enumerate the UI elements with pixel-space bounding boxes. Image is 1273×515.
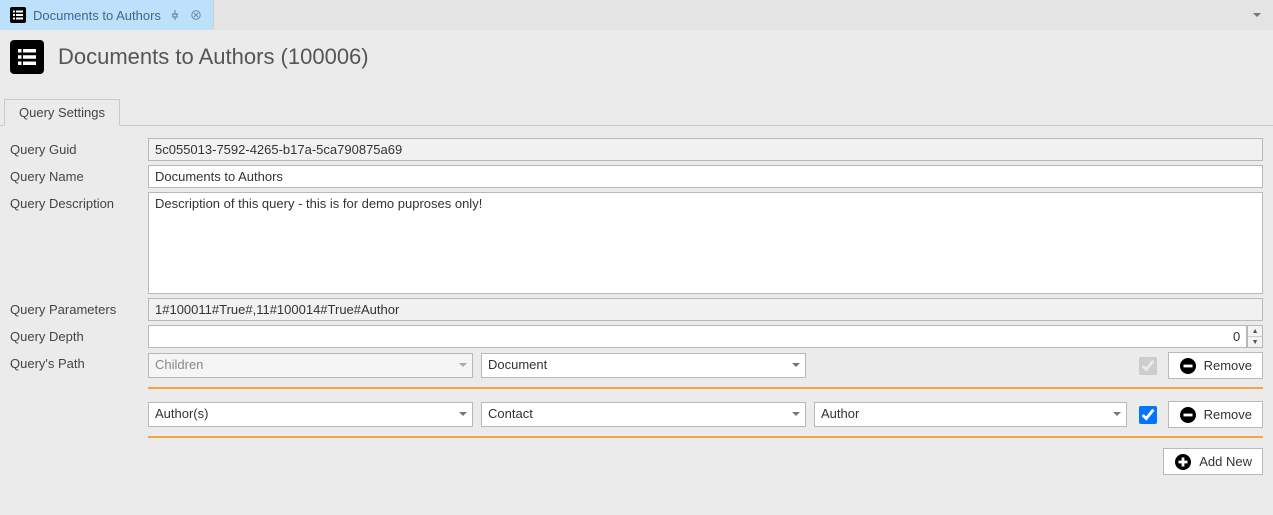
list-icon — [10, 7, 26, 23]
add-new-path-button[interactable]: Add New — [1163, 448, 1263, 475]
plus-circle-icon — [1174, 453, 1192, 471]
form-query-settings: Query Guid Query Name Query Description … — [0, 126, 1273, 489]
tabbar-menu-button[interactable] — [1247, 0, 1267, 30]
path-relation-combo[interactable]: Author(s) — [148, 402, 473, 427]
list-icon — [10, 40, 44, 74]
chevron-down-icon — [1108, 403, 1126, 426]
label-query-description: Query Description — [10, 192, 148, 211]
chevron-down-icon — [787, 403, 805, 426]
label-query-name: Query Name — [10, 165, 148, 184]
minus-circle-icon — [1179, 357, 1197, 375]
tab-query-settings[interactable]: Query Settings — [4, 99, 120, 126]
page-header: Documents to Authors (100006) — [0, 30, 1273, 76]
remove-path-button[interactable]: Remove — [1168, 352, 1263, 379]
path-rows-container: Children Document Remove — [148, 352, 1263, 475]
label-query-guid: Query Guid — [10, 138, 148, 157]
minus-circle-icon — [1179, 406, 1197, 424]
input-query-parameters[interactable] — [148, 298, 1263, 321]
path-row: Author(s) Contact Author Remove — [148, 401, 1263, 438]
window-tabbar: Documents to Authors — [0, 0, 1273, 30]
input-query-description[interactable] — [148, 192, 1263, 294]
input-query-name[interactable] — [148, 165, 1263, 188]
depth-spinner: ▲ ▼ — [1247, 325, 1263, 348]
close-icon[interactable] — [189, 8, 203, 22]
spin-up-button[interactable]: ▲ — [1248, 326, 1262, 336]
remove-path-button[interactable]: Remove — [1168, 401, 1263, 428]
path-relation-combo[interactable]: Children — [148, 353, 473, 378]
path-type-combo[interactable]: Contact — [481, 402, 806, 427]
tab-title: Documents to Authors — [33, 8, 161, 23]
tab-documents-to-authors[interactable]: Documents to Authors — [0, 0, 214, 30]
path-enabled-checkbox[interactable] — [1139, 406, 1157, 424]
chevron-down-icon — [454, 354, 472, 377]
path-row: Children Document Remove — [148, 352, 1263, 389]
path-role-combo[interactable]: Author — [814, 402, 1127, 427]
pin-icon[interactable] — [168, 8, 182, 22]
label-query-parameters: Query Parameters — [10, 298, 148, 317]
label-query-depth: Query Depth — [10, 325, 148, 344]
label-querys-path: Query's Path — [10, 352, 148, 371]
path-type-combo[interactable]: Document — [481, 353, 806, 378]
inner-tabstrip: Query Settings — [0, 96, 1273, 126]
page-title: Documents to Authors (100006) — [58, 44, 369, 70]
path-enabled-checkbox — [1139, 357, 1157, 375]
input-query-guid[interactable] — [148, 138, 1263, 161]
chevron-down-icon — [454, 403, 472, 426]
spin-down-button[interactable]: ▼ — [1248, 336, 1262, 347]
input-query-depth[interactable] — [148, 325, 1247, 348]
chevron-down-icon — [787, 354, 805, 377]
